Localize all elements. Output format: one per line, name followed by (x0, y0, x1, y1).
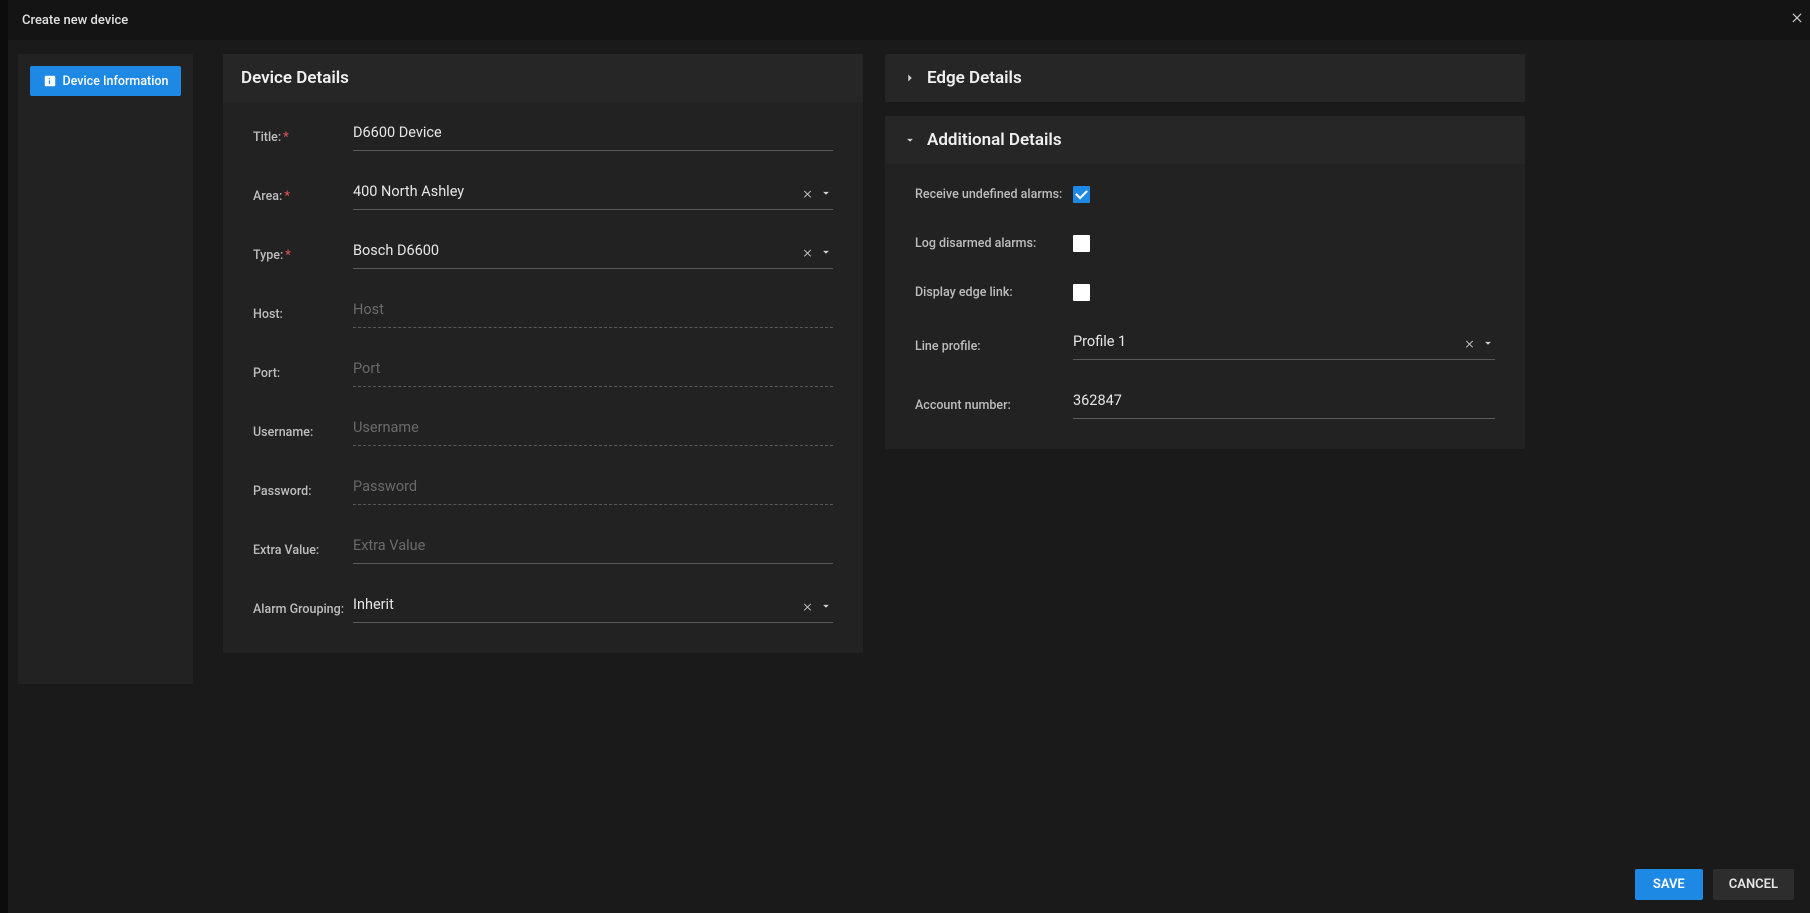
alarm-grouping-label: Alarm Grouping: (253, 602, 353, 617)
title-label: Title:* (253, 130, 353, 145)
extra-value-input[interactable]: Extra Value (353, 537, 833, 564)
chevron-down-icon[interactable] (819, 245, 833, 259)
device-information-tab[interactable]: Device Information (30, 66, 181, 96)
display-edge-link-label: Display edge link: (915, 285, 1073, 300)
password-label: Password: (253, 484, 353, 499)
chevron-down-icon[interactable] (819, 599, 833, 613)
edge-details-title: Edge Details (927, 68, 1022, 88)
clear-icon[interactable] (802, 247, 813, 258)
area-label: Area:* (253, 189, 353, 204)
chevron-right-icon (903, 71, 917, 85)
host-input[interactable]: Host (353, 301, 833, 328)
area-select[interactable]: 400 North Ashley (353, 183, 833, 210)
modal-footer: SAVE CANCEL (8, 855, 1810, 913)
clear-icon[interactable] (802, 601, 813, 612)
edge-details-header[interactable]: Edge Details (885, 54, 1525, 102)
password-input[interactable]: Password (353, 478, 833, 505)
modal-body: Device Information Device Details Title:… (8, 40, 1810, 855)
create-device-modal: Create new device Device Information Dev… (8, 0, 1810, 913)
additional-details-header[interactable]: Additional Details (885, 116, 1525, 164)
receive-undefined-alarms-label: Receive undefined alarms: (915, 187, 1073, 202)
log-disarmed-alarms-checkbox[interactable] (1073, 235, 1090, 252)
modal-title: Create new device (22, 13, 128, 28)
additional-details-panel: Additional Details Receive undefined ala… (885, 116, 1525, 449)
device-information-label: Device Information (63, 74, 169, 89)
extra-value-label: Extra Value: (253, 543, 353, 558)
chevron-down-icon (903, 133, 917, 147)
form-area: Device Details Title:* D6600 Device Area… (223, 54, 1796, 855)
modal-header: Create new device (8, 0, 1810, 40)
device-details-header: Device Details (223, 54, 863, 102)
receive-undefined-alarms-checkbox[interactable] (1073, 186, 1090, 203)
username-label: Username: (253, 425, 353, 440)
host-label: Host: (253, 307, 353, 322)
port-label: Port: (253, 366, 353, 381)
side-nav: Device Information (18, 54, 193, 684)
additional-details-title: Additional Details (927, 130, 1062, 150)
device-details-panel: Device Details Title:* D6600 Device Area… (223, 54, 863, 653)
username-input[interactable]: Username (353, 419, 833, 446)
display-edge-link-checkbox[interactable] (1073, 284, 1090, 301)
account-number-input[interactable]: 362847 (1073, 392, 1495, 419)
chevron-down-icon[interactable] (1481, 336, 1495, 350)
line-profile-label: Line profile: (915, 339, 1073, 354)
save-button[interactable]: SAVE (1635, 869, 1703, 900)
type-label: Type:* (253, 248, 353, 263)
account-number-label: Account number: (915, 398, 1073, 413)
type-select[interactable]: Bosch D6600 (353, 242, 833, 269)
line-profile-select[interactable]: Profile 1 (1073, 333, 1495, 360)
port-input[interactable]: Port (353, 360, 833, 387)
close-icon[interactable] (1790, 10, 1804, 28)
clear-icon[interactable] (802, 188, 813, 199)
chevron-down-icon[interactable] (819, 186, 833, 200)
title-input[interactable]: D6600 Device (353, 124, 833, 151)
log-disarmed-alarms-label: Log disarmed alarms: (915, 236, 1073, 251)
edge-details-panel: Edge Details (885, 54, 1525, 102)
cancel-button[interactable]: CANCEL (1713, 869, 1794, 900)
clear-icon[interactable] (1464, 338, 1475, 349)
info-icon (43, 74, 57, 88)
device-details-title: Device Details (241, 68, 349, 88)
alarm-grouping-select[interactable]: Inherit (353, 596, 833, 623)
